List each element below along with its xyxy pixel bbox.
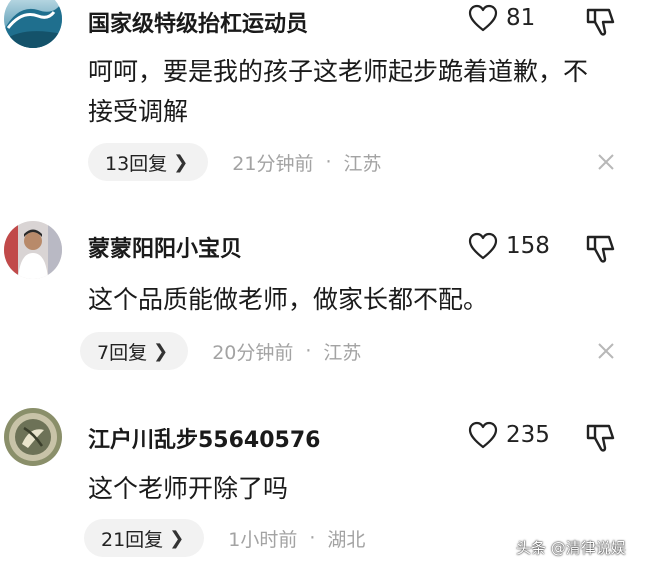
username[interactable]: 江户川乱步55640576	[88, 422, 320, 454]
location: 江苏	[323, 341, 362, 364]
reply-count: 13回复	[105, 152, 168, 175]
dislike-button[interactable]	[585, 422, 617, 454]
comment-meta: 7回复 ❯ 20分钟前 · 江苏	[80, 332, 362, 370]
comment-text: 这个品质能做老师，做家长都不配。	[88, 285, 489, 314]
comment-meta: 21回复 ❯ 1小时前 · 湖北	[84, 519, 366, 557]
username[interactable]: 蒙蒙阳阳小宝贝	[88, 231, 242, 263]
close-x-icon	[598, 154, 614, 170]
separator: ·	[305, 340, 312, 362]
thumbs-down-icon	[586, 424, 615, 452]
reply-count: 7回复	[97, 341, 148, 364]
separator: ·	[325, 151, 332, 173]
heart-outline-icon	[468, 4, 498, 32]
reply-button[interactable]: 13回复 ❯	[88, 143, 209, 181]
timestamp: 21分钟前	[232, 152, 314, 175]
chevron-right-icon: ❯	[153, 340, 169, 362]
comment-item: 国家级特级抬杠运动员 81 呵呵，要是我的孩子这老师起步跪着道歉，不接受调解 1…	[0, 0, 650, 190]
separator: ·	[309, 527, 316, 549]
thumbs-down-icon	[586, 8, 615, 36]
dislike-button[interactable]	[585, 6, 617, 38]
heart-outline-icon	[468, 232, 498, 260]
close-button[interactable]	[597, 153, 615, 171]
thumbs-down-icon	[586, 235, 615, 263]
reply-button[interactable]: 7回复 ❯	[80, 332, 189, 370]
dislike-button[interactable]	[585, 233, 617, 265]
chevron-right-icon: ❯	[169, 527, 185, 549]
coin-avatar[interactable]	[4, 408, 62, 466]
reply-button[interactable]: 21回复 ❯	[84, 519, 205, 557]
comment-text: 这个老师开除了吗	[88, 474, 289, 503]
username[interactable]: 国家级特级抬杠运动员	[88, 6, 308, 38]
location: 湖北	[327, 528, 366, 551]
close-button[interactable]	[597, 342, 615, 360]
person-photo-avatar[interactable]	[4, 221, 62, 279]
like-count: 81	[506, 5, 536, 31]
comment-item: 蒙蒙阳阳小宝贝 158 这个品质能做老师，做家长都不配。 7回复 ❯ 20分钟前…	[0, 215, 650, 385]
like-count: 235	[506, 422, 550, 448]
timestamp: 1小时前	[228, 528, 298, 551]
reply-count: 21回复	[101, 528, 164, 551]
like-button[interactable]: 235	[468, 421, 550, 449]
timestamp: 20分钟前	[212, 341, 294, 364]
close-x-icon	[598, 343, 614, 359]
like-count: 158	[506, 233, 550, 259]
comment-text: 呵呵，要是我的孩子这老师起步跪着道歉，不接受调解	[88, 57, 589, 126]
chevron-right-icon: ❯	[173, 151, 189, 173]
heart-outline-icon	[468, 421, 498, 449]
watermark: 头条 @清律说娱	[516, 539, 626, 557]
wave-avatar[interactable]	[4, 0, 62, 48]
comment-meta: 13回复 ❯ 21分钟前 · 江苏	[88, 143, 382, 181]
location: 江苏	[343, 152, 382, 175]
like-button[interactable]: 158	[468, 232, 550, 260]
like-button[interactable]: 81	[468, 4, 535, 32]
